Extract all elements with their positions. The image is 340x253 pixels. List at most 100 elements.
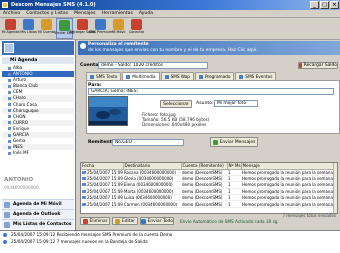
recharge-icon xyxy=(77,19,88,30)
recipients-field[interactable]: GARCIA; Gema; INES; xyxy=(88,88,334,95)
menu-mensajes[interactable]: Mensajes xyxy=(74,11,95,16)
cuenta-select[interactable]: demo - Saldo: 1020 créditos xyxy=(98,62,208,69)
table-row[interactable]: 25/04/2007 15:09:12Marta (0034600000000)… xyxy=(81,188,337,196)
tab-icon xyxy=(90,74,94,79)
toolbar-button-recargar-saldo[interactable]: Recargar Saldo xyxy=(70,18,95,39)
tab-multimedia[interactable]: Multimedia xyxy=(122,72,160,80)
delete-label: Eliminar xyxy=(89,218,108,224)
outbox-grid: Fecha Destinatario Cuenta (Remitente) Nº Ms… xyxy=(80,162,338,214)
table-cell: Hemos prorrogado la reunión para la sema… xyxy=(241,200,337,208)
link-label: Agenda de Outlook xyxy=(13,212,61,217)
table-cell: Hemos prorrogado la reunión para la sema… xyxy=(241,175,337,183)
toolbar-label: Mis Listas xyxy=(20,30,37,34)
table-row[interactable]: 25/04/2007 15:09:12Carmen (0034600000000… xyxy=(81,200,337,208)
table-cell: 25/04/2007 15:09:12 xyxy=(81,169,123,176)
contact-item[interactable]: Inés MF xyxy=(2,150,74,156)
toolbar-button-enviar-sms[interactable]: Enviar SMS xyxy=(55,18,74,39)
send-messages-button[interactable]: Enviar Mensajes xyxy=(210,137,258,147)
close-button[interactable]: × xyxy=(330,1,339,9)
toolbar-button-mi-agenda[interactable]: Mi Agenda xyxy=(2,18,19,39)
cell-text: 1 xyxy=(228,182,231,188)
title-bar: Descom Mensajes SMS (4.1.0) _ □ × xyxy=(0,0,340,10)
recharge-button[interactable]: Recargar Saldo xyxy=(298,62,338,69)
contact-icon xyxy=(8,127,11,131)
contact-icon xyxy=(8,139,11,143)
menu-archivo[interactable]: Archivo xyxy=(3,11,20,16)
cell-text: 25/04/2007 15:09:12 xyxy=(87,188,123,194)
menu-contactos[interactable]: Contactos y Listas xyxy=(26,11,68,16)
agenda-icon xyxy=(5,19,16,30)
sender-select[interactable]: No.GEO xyxy=(112,139,184,146)
table-row[interactable]: 25/04/2007 15:09:12Luisa (0034600000000)… xyxy=(81,194,337,202)
resend-button[interactable]: Enviar Todo xyxy=(140,217,174,225)
column-header[interactable]: Nº Msg xyxy=(227,163,242,170)
table-cell: demo (DescomSMS) xyxy=(181,194,227,202)
tip-banner[interactable]: Personaliza el remitente de los mensajes… xyxy=(78,41,340,55)
subject-field[interactable]: Mi mejor foto xyxy=(214,100,258,107)
toolbar-button-mi-móvil[interactable]: Mi Móvil xyxy=(110,18,127,39)
menu-ayuda[interactable]: Ayuda xyxy=(139,11,153,16)
lists-icon xyxy=(23,19,34,30)
status-text: 25/04/2007 15:09:12 7 mensajes nuevos en… xyxy=(11,239,148,244)
tab-icon xyxy=(198,74,203,79)
link-contact-lists[interactable]: Mis Listas de Contactos xyxy=(2,219,74,229)
maximize-button[interactable]: □ xyxy=(320,1,329,9)
status-log: 25/04/2007 15:09:12 Recibiendo mensajes … xyxy=(0,230,340,253)
menu-herramientas[interactable]: Herramientas xyxy=(102,11,133,16)
delete-button[interactable]: Eliminar xyxy=(80,217,110,225)
minimize-button[interactable]: _ xyxy=(310,1,319,9)
table-cell: 25/04/2007 15:09:12 xyxy=(81,188,123,196)
link-outlook-agenda[interactable]: Agenda de Outlook xyxy=(2,209,74,219)
table-row[interactable]: 25/04/2007 15:09:12Gloria (0034600000000… xyxy=(81,175,337,183)
table-row[interactable]: 25/04/2007 15:09:12Rosana (0034600000000… xyxy=(81,169,337,176)
edit-button[interactable]: Editar xyxy=(112,217,138,225)
tab-programado[interactable]: Programado xyxy=(194,72,235,80)
cell-text: Rosana (0034600000000) xyxy=(124,169,177,175)
contact-icon xyxy=(8,66,11,70)
resend-label: Enviar Todo xyxy=(147,218,173,224)
contact-icon xyxy=(8,121,11,125)
list-icon xyxy=(4,221,10,228)
select-file-button[interactable]: Seleccionar xyxy=(160,100,192,108)
column-header[interactable]: Cuenta (Remitente) xyxy=(181,163,228,170)
toolbar-button-sms-premium[interactable]: SMS Premium xyxy=(89,18,112,39)
cell-text: Carmen (0034600000000) xyxy=(124,201,178,207)
table-cell: Rosana (0034600000000) xyxy=(123,169,181,176)
mms-photo xyxy=(88,96,128,126)
toolbar-button-conectar[interactable]: Conectar xyxy=(128,18,145,39)
connect-icon xyxy=(131,19,142,30)
toolbar-button-mis-listas[interactable]: Mis Listas xyxy=(20,18,37,39)
table-cell: demo (DescomSMS) xyxy=(181,169,227,176)
toolbar: Mi Agenda Mis Listas Mi Cuenta Enviar SMS Re… xyxy=(0,18,340,40)
contact-icon xyxy=(8,145,11,149)
table-cell: Hemos prorrogado la reunión para la sema… xyxy=(241,181,337,189)
cell-text: demo (DescomSMS) xyxy=(182,182,223,188)
tab-icon xyxy=(239,74,244,79)
cell-text: Hemos prorrogado la reunión para la sema… xyxy=(242,201,333,207)
table-cell: Hemos prorrogado la reunión para la sema… xyxy=(241,169,337,176)
link-label: Agenda de Mi Móvil xyxy=(13,202,62,207)
info-icon xyxy=(3,232,7,237)
tab-sms-wap[interactable]: SMS Wap xyxy=(160,72,194,80)
grid-scrollbar[interactable] xyxy=(333,163,337,213)
tab-sms-texto[interactable]: SMS Texto xyxy=(86,72,122,80)
tab-sms-eventos[interactable]: SMS Eventos xyxy=(235,72,277,80)
message-icon xyxy=(82,189,86,193)
tip-text: de los mensajes que envías con tu nombre… xyxy=(88,48,258,53)
toolbar-button-mi-cuenta[interactable]: Mi Cuenta xyxy=(38,18,55,39)
status-line: 25/04/2007 15:09:12 Recibiendo mensajes … xyxy=(0,231,340,238)
table-row[interactable]: 25/04/2007 15:09:12Elena (0034600000000)… xyxy=(81,181,337,189)
table-cell: 25/04/2007 15:09:12 xyxy=(81,200,123,208)
message-icon xyxy=(82,183,86,187)
toolbar-label: Mi Agenda xyxy=(1,30,20,34)
link-mobile-agenda[interactable]: Agenda de Mi Móvil xyxy=(2,199,74,209)
menu-bar: Archivo Contactos y Listas Mensajes Herr… xyxy=(0,10,340,18)
contact-icon xyxy=(8,90,11,94)
contact-icon xyxy=(8,97,11,101)
contact-icon xyxy=(8,115,11,119)
tab-label: SMS Eventos xyxy=(245,74,273,79)
table-cell: Elena (0034600000000) xyxy=(123,181,181,189)
app-icon xyxy=(2,2,8,8)
tab-label: SMS Texto xyxy=(96,74,118,79)
info-icon xyxy=(80,43,86,49)
